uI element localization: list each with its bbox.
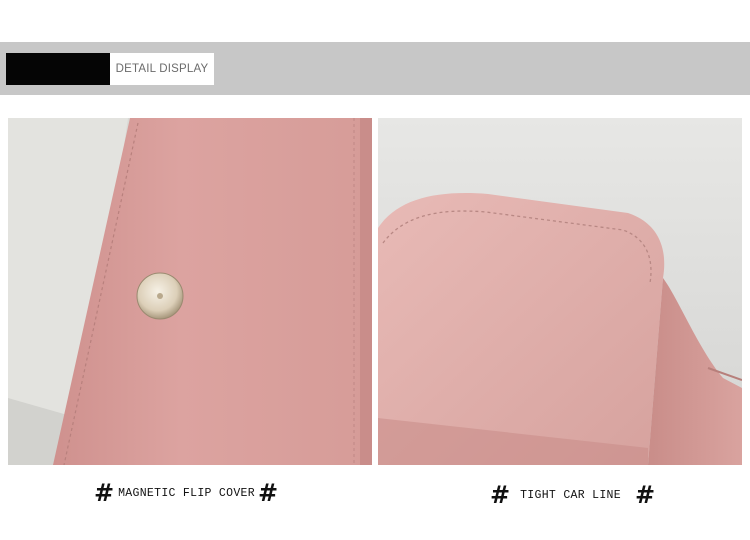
tight-car-line-caption: # TIGHT CAR LINE # xyxy=(490,480,655,510)
magnetic-flip-cover-photo xyxy=(8,118,372,465)
hash-mark-right: # xyxy=(490,480,511,509)
header-black-block xyxy=(6,53,110,85)
caption-text-right: TIGHT CAR LINE xyxy=(520,488,621,502)
caption-text-left: MAGNETIC FLIP COVER xyxy=(118,486,255,500)
hash-mark-right-end: # xyxy=(634,480,656,509)
tight-car-line-photo xyxy=(378,118,742,465)
hash-mark-left-end: # xyxy=(257,478,279,507)
hash-mark-left: # xyxy=(94,478,115,507)
detail-display-label: DETAIL DISPLAY xyxy=(110,53,214,85)
magnetic-flip-cover-caption: # MAGNETIC FLIP COVER # xyxy=(94,478,278,508)
